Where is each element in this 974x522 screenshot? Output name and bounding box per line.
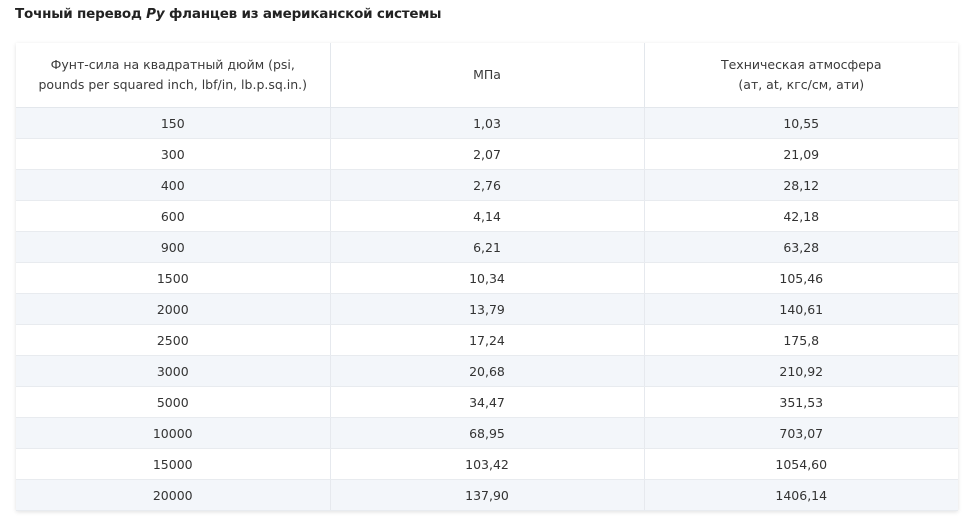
title-prefix: Точный перевод <box>15 6 147 22</box>
cell-mpa: 4,14 <box>330 200 645 232</box>
cell-psi: 20000 <box>16 479 331 511</box>
header-psi-line-1: Фунт-сила на квадратный дюйм (psi, <box>50 57 295 72</box>
cell-mpa: 13,79 <box>330 293 645 325</box>
cell-mpa: 137,90 <box>330 479 645 511</box>
cell-mpa: 6,21 <box>330 231 645 263</box>
cell-atm: 140,61 <box>644 293 958 325</box>
cell-atm: 703,07 <box>644 417 958 449</box>
title-suffix: фланцев из американской системы <box>164 6 442 22</box>
cell-atm: 351,53 <box>644 386 958 418</box>
cell-psi: 2500 <box>16 324 331 356</box>
table-header: Фунт-сила на квадратный дюйм (psi, pound… <box>16 43 958 108</box>
cell-mpa: 10,34 <box>330 262 645 294</box>
conversion-table-container: Фунт-сила на квадратный дюйм (psi, pound… <box>16 43 958 511</box>
cell-atm: 1406,14 <box>644 479 958 511</box>
cell-atm: 21,09 <box>644 138 958 170</box>
cell-mpa: 1,03 <box>330 107 645 139</box>
table-row: 5000 34,47 351,53 <box>16 386 958 418</box>
cell-atm: 175,8 <box>644 324 958 356</box>
cell-atm: 105,46 <box>644 262 958 294</box>
table-row: 2000 13,79 140,61 <box>16 293 958 325</box>
cell-psi: 10000 <box>16 417 331 449</box>
cell-atm: 42,18 <box>644 200 958 232</box>
table-row: 150 1,03 10,55 <box>16 107 958 139</box>
cell-psi: 400 <box>16 169 331 201</box>
cell-mpa: 2,76 <box>330 169 645 201</box>
header-mpa: МПа <box>330 43 645 108</box>
title-emphasis: Ру <box>146 6 165 22</box>
cell-psi: 900 <box>16 231 331 263</box>
cell-atm: 10,55 <box>644 107 958 139</box>
cell-atm: 210,92 <box>644 355 958 387</box>
table-row: 2500 17,24 175,8 <box>16 324 958 356</box>
cell-mpa: 17,24 <box>330 324 645 356</box>
cell-psi: 600 <box>16 200 331 232</box>
header-row: Фунт-сила на квадратный дюйм (psi, pound… <box>16 43 958 108</box>
cell-atm: 63,28 <box>644 231 958 263</box>
cell-psi: 2000 <box>16 293 331 325</box>
cell-atm: 28,12 <box>644 169 958 201</box>
conversion-table: Фунт-сила на квадратный дюйм (psi, pound… <box>16 43 958 511</box>
table-row: 900 6,21 63,28 <box>16 231 958 263</box>
table-row: 300 2,07 21,09 <box>16 138 958 170</box>
cell-psi: 300 <box>16 138 331 170</box>
cell-psi: 150 <box>16 107 331 139</box>
cell-atm: 1054,60 <box>644 448 958 480</box>
page-title: Точный перевод Ру фланцев из американско… <box>15 6 441 22</box>
table-row: 1500 10,34 105,46 <box>16 262 958 294</box>
cell-psi: 1500 <box>16 262 331 294</box>
header-atm-line-2: (ат, at, кгс/см, ати) <box>738 77 865 92</box>
cell-mpa: 20,68 <box>330 355 645 387</box>
cell-mpa: 2,07 <box>330 138 645 170</box>
header-psi-line-2: pounds per squared inch, lbf/in, lb.p.sq… <box>38 77 308 92</box>
table-row: 20000 137,90 1406,14 <box>16 479 958 511</box>
cell-psi: 3000 <box>16 355 331 387</box>
table-row: 600 4,14 42,18 <box>16 200 958 232</box>
table-row: 400 2,76 28,12 <box>16 169 958 201</box>
header-atm-line-1: Техническая атмосфера <box>720 57 882 72</box>
cell-psi: 15000 <box>16 448 331 480</box>
cell-mpa: 34,47 <box>330 386 645 418</box>
header-mpa-line-1: МПа <box>473 67 501 82</box>
cell-mpa: 103,42 <box>330 448 645 480</box>
table-row: 15000 103,42 1054,60 <box>16 448 958 480</box>
header-atm: Техническая атмосфера (ат, at, кгс/см, а… <box>644 43 958 108</box>
table-row: 3000 20,68 210,92 <box>16 355 958 387</box>
table-body: 150 1,03 10,55 300 2,07 21,09 400 2,76 28,12 600 4… <box>16 107 958 511</box>
header-psi: Фунт-сила на квадратный дюйм (psi, pound… <box>16 43 331 108</box>
cell-psi: 5000 <box>16 386 331 418</box>
cell-mpa: 68,95 <box>330 417 645 449</box>
table-row: 10000 68,95 703,07 <box>16 417 958 449</box>
